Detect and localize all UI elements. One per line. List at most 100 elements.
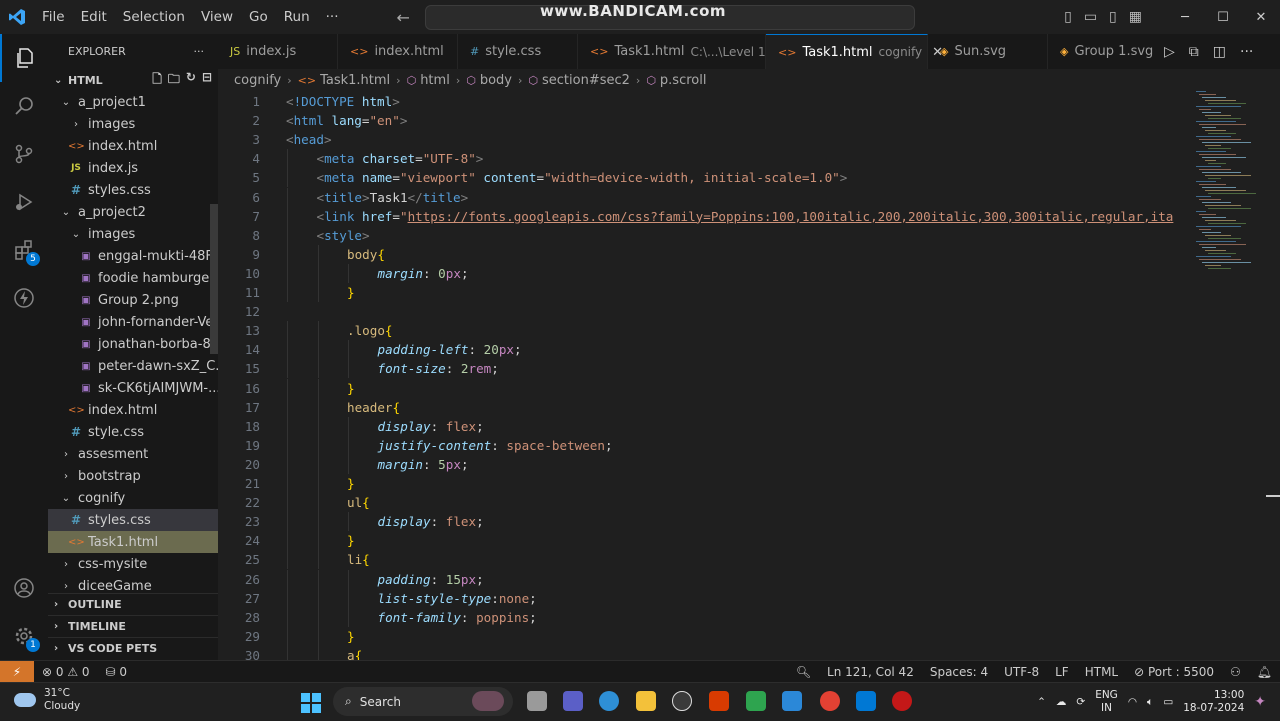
run-debug-icon[interactable] (0, 178, 48, 226)
line-ending[interactable]: LF (1047, 665, 1077, 679)
menu-selection[interactable]: Selection (115, 9, 193, 25)
vscode-taskbar-icon[interactable] (856, 691, 876, 711)
tree-file[interactable]: # styles.css (48, 179, 218, 201)
customize-layout-icon[interactable]: ▦ (1129, 9, 1142, 25)
menu-file[interactable]: File (34, 9, 73, 25)
explorer-more-button[interactable]: ··· (194, 45, 205, 58)
workspace-section-header[interactable]: ⌄ HTML 🗋 🗀 ↻ ⊟ (48, 69, 218, 91)
onedrive-icon[interactable]: ☁ (1056, 696, 1067, 708)
office-icon[interactable] (709, 691, 729, 711)
breadcrumb-html[interactable]: ⬡ html (407, 73, 450, 88)
editor-tab[interactable]: JS index.js (218, 34, 338, 69)
chrome-icon[interactable] (820, 691, 840, 711)
tree-file[interactable]: JS index.js (48, 157, 218, 179)
menu-view[interactable]: View (193, 9, 241, 25)
tree-file[interactable]: ▣ jonathan-borba-8l... (48, 333, 218, 355)
toggle-panel-icon[interactable]: ▭ (1084, 9, 1097, 25)
refresh-icon[interactable]: ↻ (186, 70, 196, 91)
breadcrumb-element[interactable]: ⬡ p.scroll (646, 73, 706, 88)
tree-file[interactable]: <> index.html (48, 399, 218, 421)
encoding[interactable]: UTF-8 (996, 665, 1047, 679)
tree-file[interactable]: ▣ Group 2.png (48, 289, 218, 311)
editor-tab[interactable]: ◈ Sun.svg (928, 34, 1048, 69)
maximize-button[interactable]: ☐ (1204, 10, 1242, 25)
tree-file[interactable]: # style.css (48, 421, 218, 443)
show-hidden-icons-icon[interactable]: ⌃ (1037, 696, 1046, 708)
language-indicator[interactable]: ENG IN (1095, 689, 1118, 715)
close-window-button[interactable]: ✕ (1242, 10, 1280, 25)
editor-tab[interactable]: <> Task1.html C:\...\Level 1 (578, 34, 766, 69)
weather-widget[interactable]: 31°C Cloudy (14, 687, 80, 713)
tree-file[interactable]: <> Task1.html (48, 531, 218, 553)
timeline-section[interactable]: › TIMELINE (48, 615, 218, 637)
source-control-icon[interactable] (0, 130, 48, 178)
tree-file[interactable]: # styles.css (48, 509, 218, 531)
tree-file[interactable]: ▣ sk-CK6tjAIMJWM-... (48, 377, 218, 399)
tree-folder[interactable]: › assesment (48, 443, 218, 465)
new-file-icon[interactable]: 🗋 (152, 70, 162, 91)
breadcrumb-body[interactable]: ⬡ body (466, 73, 512, 88)
remote-indicator-icon[interactable]: ⚡ (0, 660, 34, 683)
run-icon[interactable]: ▷ (1164, 44, 1175, 60)
tree-folder[interactable]: ⌄ a_project1 (48, 91, 218, 113)
sidebar-scrollbar[interactable] (210, 204, 218, 354)
collapse-all-icon[interactable]: ⊟ (202, 70, 212, 91)
copilot-taskbar-icon[interactable]: ✦ (1254, 694, 1266, 710)
back-arrow-icon[interactable]: ← (397, 8, 410, 27)
ports-indicator[interactable]: ⛁ 0 (98, 665, 136, 679)
open-preview-icon[interactable]: ⧉ (1189, 44, 1199, 60)
breadcrumb-folder[interactable]: cognify (234, 73, 281, 88)
tree-file[interactable]: ▣ foodie hamburger ... (48, 267, 218, 289)
whatsapp-icon[interactable] (746, 691, 766, 711)
outline-section[interactable]: › OUTLINE (48, 593, 218, 615)
account-icon[interactable] (0, 564, 48, 612)
live-server-port[interactable]: ⊘ Port : 5500 (1126, 665, 1222, 679)
clock[interactable]: 13:00 18-07-2024 (1183, 689, 1244, 715)
vscode-pets-section[interactable]: › VS CODE PETS (48, 637, 218, 659)
minimize-button[interactable]: ─ (1166, 10, 1204, 25)
split-editor-icon[interactable]: ◫ (1213, 44, 1226, 60)
volume-icon[interactable]: 🔈︎ (1147, 696, 1153, 709)
editor-scrollbar[interactable] (1266, 495, 1280, 497)
notifications-bell-icon[interactable]: 🔔︎ (1249, 665, 1280, 679)
explorer-icon[interactable] (0, 34, 48, 82)
toggle-secondary-sidebar-icon[interactable]: ▯ (1109, 9, 1117, 25)
editor-tab[interactable]: <> Task1.html cognify ✕ (766, 34, 943, 69)
editor-tab[interactable]: <> index.html (338, 34, 458, 69)
toggle-sidebar-icon[interactable]: ▯ (1064, 9, 1072, 25)
extensions-icon[interactable]: 5 (0, 226, 48, 274)
settings-gear-icon[interactable]: 1 (0, 612, 48, 660)
tree-folder[interactable]: ⌄ cognify (48, 487, 218, 509)
code-editor[interactable]: 1 <!DOCTYPE html> 2 <html lang="en"> 3 <head>… (218, 91, 1280, 660)
tree-file[interactable]: <> index.html (48, 135, 218, 157)
edge-icon[interactable] (599, 691, 619, 711)
menu-run[interactable]: Run (276, 9, 318, 25)
dell-icon[interactable] (672, 691, 692, 711)
task-view-icon[interactable] (527, 691, 547, 711)
editor-tab[interactable]: # style.css (458, 34, 578, 69)
tree-folder[interactable]: ⌄ images (48, 223, 218, 245)
tree-folder[interactable]: › css-mysite (48, 553, 218, 575)
start-button[interactable] (301, 693, 321, 713)
copilot-icon[interactable]: ⚇ (1222, 665, 1249, 679)
file-explorer-icon[interactable] (636, 691, 656, 711)
cursor-position[interactable]: Ln 121, Col 42 (819, 665, 922, 679)
sync-icon[interactable]: ⟳ (1076, 696, 1085, 708)
tree-file[interactable]: ▣ enggal-mukti-48F-... (48, 245, 218, 267)
battery-icon[interactable]: ▭ (1163, 696, 1173, 708)
wifi-icon[interactable]: ◠ (1128, 696, 1137, 708)
bandicam-icon[interactable] (892, 691, 912, 711)
teams-icon[interactable] (563, 691, 583, 711)
more-actions-icon[interactable]: ··· (1240, 44, 1253, 60)
tree-folder[interactable]: ⌄ a_project2 (48, 201, 218, 223)
problems-indicator[interactable]: ⊗ 0 ⚠ 0 (34, 665, 98, 679)
indentation[interactable]: Spaces: 4 (922, 665, 996, 679)
search-icon[interactable] (0, 82, 48, 130)
menu-go[interactable]: Go (241, 9, 276, 25)
new-folder-icon[interactable]: 🗀 (168, 70, 180, 91)
breadcrumb-file[interactable]: <> Task1.html (298, 73, 391, 88)
store-icon[interactable] (782, 691, 802, 711)
menu-more[interactable]: ··· (318, 9, 347, 25)
tree-folder[interactable]: › images (48, 113, 218, 135)
live-share-icon[interactable] (0, 274, 48, 322)
